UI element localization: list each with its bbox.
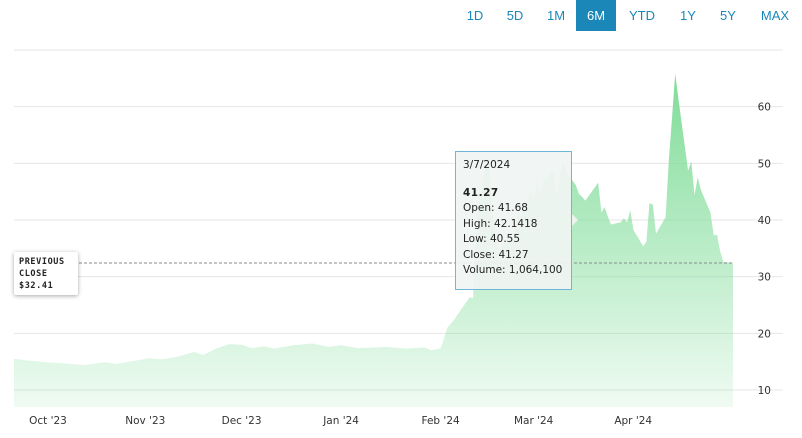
y-tick-label: 60 xyxy=(758,102,771,114)
x-tick-label: Jan '24 xyxy=(322,415,359,427)
x-tick-label: Nov '23 xyxy=(125,415,165,427)
y-tick-label: 30 xyxy=(758,272,771,284)
x-tick-label: Apr '24 xyxy=(614,415,652,427)
tooltip-high: High: 42.1418 xyxy=(463,217,538,230)
previous-close-line2: CLOSE xyxy=(19,269,48,279)
x-tick-label: Oct '23 xyxy=(29,415,67,427)
tooltip-date: 3/7/2024 xyxy=(463,159,511,171)
previous-close-line1: PREVIOUS xyxy=(19,257,65,267)
tooltip-open: Open: 41.68 xyxy=(463,202,528,214)
x-tick-label: Feb '24 xyxy=(422,415,460,427)
tooltip-price: 41.27 xyxy=(463,186,499,199)
x-tick-label: Dec '23 xyxy=(222,415,262,427)
y-tick-label: 20 xyxy=(758,328,771,340)
price-area-chart: 10 20 30 40 50 60 Oct '23 Nov '23 Dec '23 Jan '24… xyxy=(14,49,783,427)
tooltip-pointer xyxy=(571,213,578,227)
y-tick-label: 40 xyxy=(758,215,771,227)
tooltip-close: Close: 41.27 xyxy=(463,248,529,261)
tooltip-volume: Volume: 1,064,100 xyxy=(463,264,563,276)
tooltip-low: Low: 40.55 xyxy=(463,233,521,245)
y-tick-label: 10 xyxy=(758,385,771,397)
price-area-series xyxy=(14,73,733,408)
previous-close-label: PREVIOUS CLOSE $32.41 xyxy=(14,252,78,295)
x-tick-label: Mar '24 xyxy=(514,415,554,427)
previous-close-value: $32.41 xyxy=(19,281,54,291)
y-tick-label: 50 xyxy=(758,158,771,170)
price-tooltip: 3/7/2024 41.27 Open: 41.68 High: 42.1418… xyxy=(455,151,572,290)
